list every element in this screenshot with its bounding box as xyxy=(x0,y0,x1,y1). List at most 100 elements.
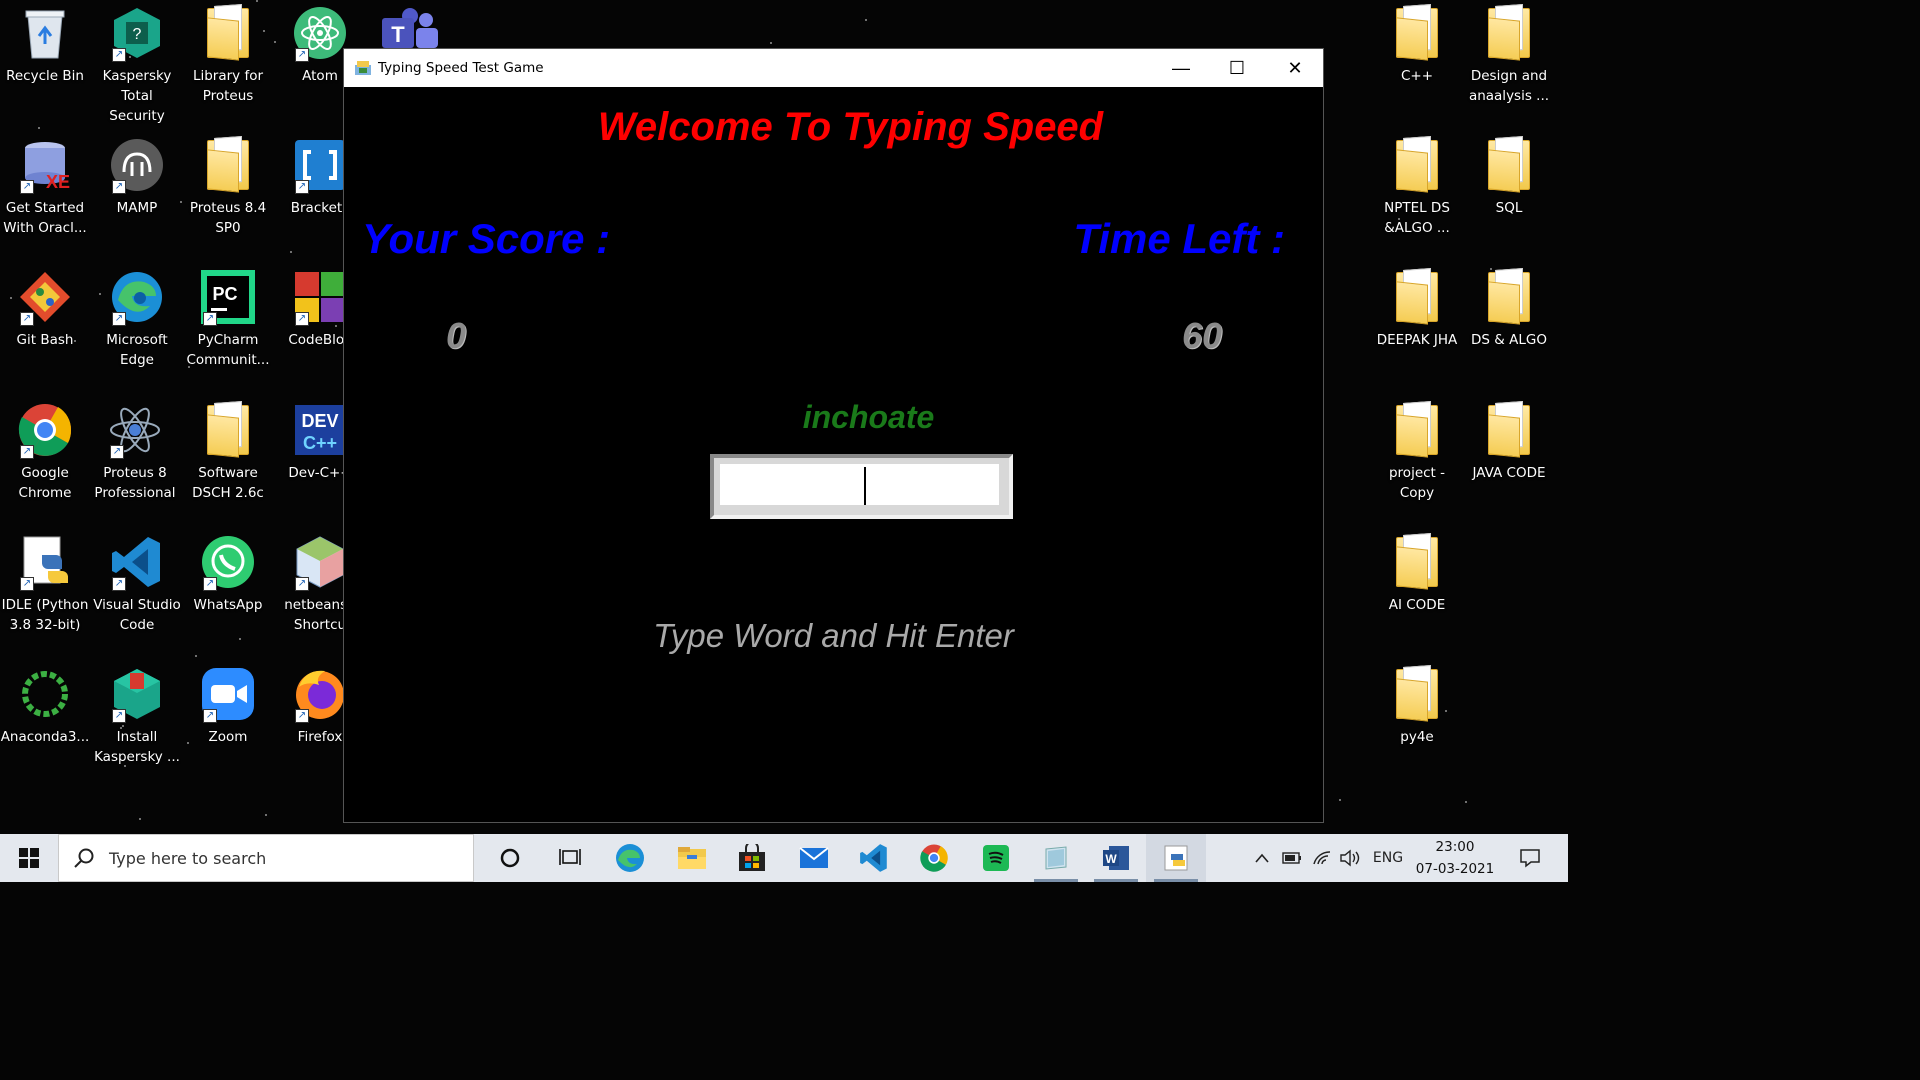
taskbar-python-app[interactable] xyxy=(1146,834,1206,882)
desktop-icon-java-code-folder[interactable]: JAVA CODE xyxy=(1464,403,1554,483)
netbeans-icon: ↗ xyxy=(293,535,347,591)
taskbar-spotify[interactable] xyxy=(966,834,1026,882)
shortcut-arrow-icon: ↗ xyxy=(203,577,217,591)
wallpaper-speck xyxy=(865,19,867,21)
desktop-icon-git-bash[interactable]: ↗ Git Bash xyxy=(0,270,90,350)
volume-button[interactable] xyxy=(1338,834,1362,882)
teams-icon[interactable]: T xyxy=(380,8,440,48)
desktop-icon-label: WhatsApp xyxy=(193,597,263,613)
notifications-button[interactable] xyxy=(1510,834,1550,882)
mail-icon xyxy=(799,847,829,868)
desktop-icon-chrome[interactable]: ↗ Google Chrome xyxy=(0,403,90,503)
desktop-icon-proteus-8[interactable]: ↗ Proteus 8 Professional xyxy=(90,403,180,503)
desktop-icon-nptel-folder[interactable]: NPTEL DS &ALGO ... xyxy=(1372,138,1462,238)
desktop-icon-anaconda[interactable]: Anaconda3... xyxy=(0,667,90,747)
desktop-icon-software-dsch[interactable]: Software DSCH 2.6c xyxy=(183,403,273,503)
wallpaper-speck xyxy=(256,0,258,2)
taskbar-clock[interactable]: 23:00 07-03-2021 xyxy=(1405,836,1505,880)
language-indicator[interactable]: ENG xyxy=(1368,834,1408,882)
edge-icon: ↗ xyxy=(110,270,164,326)
minimize-button[interactable]: — xyxy=(1152,49,1210,87)
desktop-icon-cpp-folder[interactable]: C++ xyxy=(1372,6,1462,86)
word-input[interactable] xyxy=(720,464,999,505)
desktop-icon-library-for-proteus[interactable]: Library for Proteus xyxy=(183,6,273,106)
battery-button[interactable] xyxy=(1280,834,1304,882)
typing-game-window: Typing Speed Test Game — ☐ ✕ Welcome To … xyxy=(343,48,1324,823)
desktop-icon-label: Anaconda3... xyxy=(0,729,90,745)
taskbar-vscode[interactable] xyxy=(844,834,904,882)
desktop-icon-label: SQL xyxy=(1495,200,1523,216)
shortcut-arrow-icon: ↗ xyxy=(20,577,34,591)
desktop-icon-idle[interactable]: ↗ IDLE (Python 3.8 32-bit) xyxy=(0,535,90,635)
shortcut-arrow-icon: ↗ xyxy=(112,709,126,723)
desktop-icon-proteus-84[interactable]: Proteus 8.4 SP0 xyxy=(183,138,273,238)
taskbar-word[interactable]: W xyxy=(1086,834,1146,882)
start-button[interactable] xyxy=(0,834,58,882)
welcome-heading: Welcome To Typing Speed xyxy=(597,105,1104,149)
desktop-icon-sql-folder[interactable]: SQL xyxy=(1464,138,1554,218)
desktop-icon-ds-algo-folder[interactable]: DS & ALGO xyxy=(1464,270,1554,350)
firefox-icon: ↗ xyxy=(293,667,347,723)
window-title: Typing Speed Test Game xyxy=(378,60,544,76)
folder-icon xyxy=(201,6,255,60)
shortcut-arrow-icon: ↗ xyxy=(20,445,34,459)
taskbar-store[interactable] xyxy=(722,834,782,882)
cortana-button[interactable] xyxy=(480,834,540,882)
svg-text:?: ? xyxy=(133,26,142,43)
desktop-icon-kaspersky[interactable]: ? ↗ Kaspersky Total Security xyxy=(92,6,182,126)
window-titlebar[interactable]: Typing Speed Test Game — ☐ ✕ xyxy=(344,49,1323,87)
wallpaper-speck xyxy=(265,814,267,816)
desktop-icon-pycharm[interactable]: PC ↗ PyCharm Communit... xyxy=(183,270,273,370)
close-button[interactable]: ✕ xyxy=(1266,49,1324,87)
vscode-icon xyxy=(860,844,887,872)
desktop-icon-recycle-bin[interactable]: Recycle Bin xyxy=(0,6,90,86)
git-icon: ↗ xyxy=(18,270,72,326)
taskbar-file-explorer[interactable] xyxy=(662,834,722,882)
taskbar-search[interactable]: Type here to search xyxy=(58,834,474,882)
desktop-icon-whatsapp[interactable]: ↗ WhatsApp xyxy=(183,535,273,615)
mamp-icon: ↗ xyxy=(110,138,164,194)
taskbar-chrome[interactable] xyxy=(904,834,964,882)
file-explorer-icon xyxy=(678,847,706,869)
search-placeholder: Type here to search xyxy=(109,848,267,868)
desktop-icon-zoom[interactable]: ↗ Zoom xyxy=(183,667,273,747)
wallpaper-speck xyxy=(139,818,141,820)
taskbar-mail[interactable] xyxy=(784,834,844,882)
wifi-button[interactable] xyxy=(1310,834,1334,882)
shortcut-arrow-icon: ↗ xyxy=(112,48,126,62)
wallpaper-speck xyxy=(1339,799,1341,801)
shortcut-arrow-icon: ↗ xyxy=(110,445,124,459)
task-view-button[interactable] xyxy=(540,834,600,882)
desktop-icon-py4e-folder[interactable]: py4e xyxy=(1372,667,1462,747)
game-canvas: Welcome To Typing Speed Your Score : Tim… xyxy=(344,87,1323,822)
brackets-icon: ↗ xyxy=(293,138,347,194)
desktop-icon-project-copy-folder[interactable]: project - Copy xyxy=(1372,403,1462,503)
maximize-button[interactable]: ☐ xyxy=(1208,49,1266,87)
folder-icon xyxy=(1482,6,1536,60)
desktop-icon-install-kaspersky[interactable]: ↗ Install Kaspersky ... xyxy=(92,667,182,767)
proteus-icon: ↗ xyxy=(108,403,162,459)
desktop-icon-vscode[interactable]: ↗ Visual Studio Code xyxy=(92,535,182,635)
score-value: 0 xyxy=(446,315,467,356)
show-hidden-icons-button[interactable] xyxy=(1250,834,1274,882)
desktop-icon-mamp[interactable]: ↗ MAMP xyxy=(92,138,182,218)
desktop-icon-edge[interactable]: ↗ Microsoft Edge xyxy=(92,270,182,370)
desktop-icon-label: Library for Proteus xyxy=(192,68,264,104)
folder-icon xyxy=(1390,403,1444,457)
desktop-icon-label: Visual Studio Code xyxy=(93,597,181,633)
search-icon xyxy=(74,848,94,868)
chrome-icon: ↗ xyxy=(18,403,72,459)
oracle-icon: XE ↗ xyxy=(18,138,72,194)
taskbar-edge[interactable] xyxy=(600,834,660,882)
taskbar-app[interactable] xyxy=(1026,834,1086,882)
desktop-icon-label: IDLE (Python 3.8 32-bit) xyxy=(1,597,89,633)
desktop-icon-oracle[interactable]: XE ↗ Get Started With Oracl... xyxy=(0,138,90,238)
svg-text:T: T xyxy=(391,22,405,47)
desktop-icon-deepak-folder[interactable]: DEEPAK JHA xyxy=(1372,270,1462,350)
word-icon: W xyxy=(1103,846,1129,870)
desktop-icon-label: C++ xyxy=(1400,68,1434,84)
desktop-icon-design-analysis-folder[interactable]: Design and anaalysis ... xyxy=(1464,6,1554,106)
app-icon xyxy=(354,59,372,77)
desktop-icon-ai-code-folder[interactable]: AI CODE xyxy=(1372,535,1462,615)
time-left-value: 60 xyxy=(1182,315,1223,356)
